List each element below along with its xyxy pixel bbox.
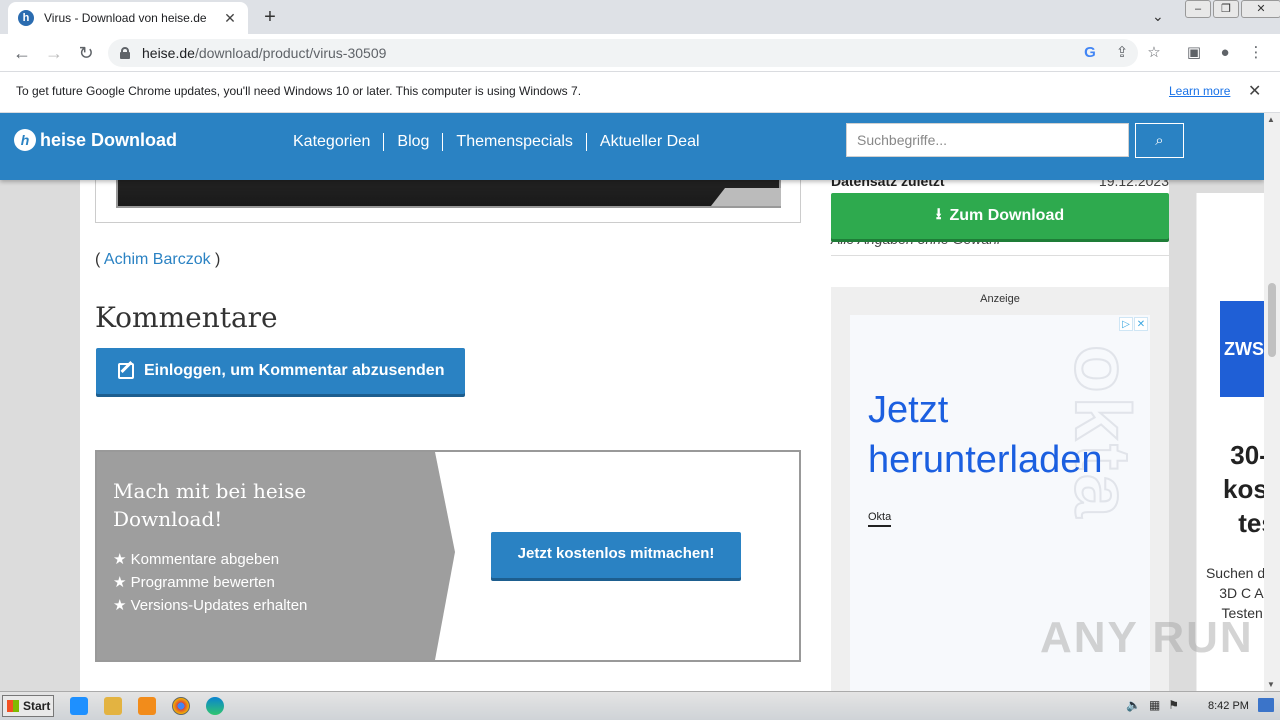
edge-icon[interactable] — [206, 697, 224, 715]
heise-logo[interactable]: h heise Download — [14, 129, 177, 151]
url-host: heise.de — [142, 45, 195, 61]
promo-heading: Mach mit bei heise Download! — [113, 479, 307, 531]
windows-taskbar: Start 🔈 ▦ ⚑ 8:42 PM — [0, 691, 1280, 720]
clock: 8:42 PM — [1208, 700, 1249, 712]
ad-label: Anzeige — [980, 293, 1020, 305]
edit-icon — [118, 363, 134, 379]
browser-tab[interactable]: h Virus - Download von heise.de ✕ — [8, 2, 248, 34]
forward-arrow-icon[interactable]: → — [42, 41, 66, 65]
author-credit: ( Achim Barczok ) — [95, 251, 220, 269]
share-icon[interactable]: ⇪ — [1112, 43, 1132, 63]
update-infobar: To get future Google Chrome updates, you… — [0, 72, 1280, 113]
windows-logo-icon — [7, 700, 19, 712]
screenshot-bezel — [711, 188, 781, 206]
nav-kategorien[interactable]: Kategorien — [280, 133, 385, 151]
ad-headline-line1: Jetzt — [868, 389, 949, 431]
login-to-comment-button[interactable]: Einloggen, um Kommentar abzusenden — [96, 348, 465, 394]
restore-button[interactable]: ❐ — [1213, 0, 1239, 18]
heise-favicon-icon: h — [18, 10, 34, 26]
profile-avatar-icon[interactable]: ● — [1215, 43, 1235, 63]
menu-kebab-icon[interactable]: ⋮ — [1246, 43, 1266, 63]
close-tab-icon[interactable]: ✕ — [222, 10, 238, 27]
search-input[interactable]: Suchbegriffe... — [846, 123, 1129, 157]
address-bar[interactable]: heise.de/download/product/virus-30509 — [108, 39, 1138, 67]
author-close-paren: ) — [210, 251, 221, 268]
ad-choices[interactable]: ▷ ✕ — [1118, 317, 1148, 331]
file-explorer-icon[interactable] — [104, 697, 122, 715]
download-button-label: Zum Download — [949, 207, 1065, 224]
main-content: ( Achim Barczok ) Kommentare Einloggen, … — [80, 113, 1169, 691]
network-icon[interactable]: ▦ — [1149, 698, 1160, 712]
browser-toolbar: ← → ↻ heise.de/download/product/virus-30… — [0, 34, 1280, 72]
search-icon: ⌕ — [1155, 132, 1164, 149]
adchoices-icon[interactable]: ▷ — [1119, 317, 1133, 331]
window-close-button[interactable]: ✕ — [1241, 0, 1280, 18]
url-path: /download/product/virus-30509 — [194, 45, 387, 61]
promo-benefits-list: ★ Kommentare abgeben ★ Programme bewerte… — [113, 548, 307, 617]
back-arrow-icon[interactable]: ← — [10, 41, 34, 65]
author-link[interactable]: Achim Barczok — [104, 251, 211, 268]
search-button[interactable]: ⌕ — [1135, 123, 1184, 158]
author-open-paren: ( — [95, 251, 104, 268]
vertical-scrollbar[interactable]: ▲ ▼ — [1264, 113, 1280, 691]
window-controls: – ❐ ✕ — [1183, 0, 1280, 20]
learn-more-link[interactable]: Learn more — [1169, 84, 1230, 98]
heise-logo-icon: h — [14, 129, 36, 151]
show-desktop-icon[interactable] — [1258, 698, 1274, 712]
scroll-up-icon[interactable]: ▲ — [1267, 115, 1275, 124]
start-label: Start — [23, 699, 51, 713]
signup-cta-button[interactable]: Jetzt kostenlos mitmachen! — [491, 532, 741, 578]
ad-big-text: 30-T koste tes — [1223, 440, 1264, 538]
main-nav: Kategorien Blog Themenspecials Aktueller… — [280, 133, 713, 151]
volume-icon[interactable]: 🔈 — [1126, 698, 1141, 712]
media-player-icon[interactable] — [138, 697, 156, 715]
nav-aktueller-deal[interactable]: Aktueller Deal — [587, 133, 713, 151]
scroll-down-icon[interactable]: ▼ — [1267, 680, 1275, 689]
tab-strip: h Virus - Download von heise.de ✕ + ⌄ – … — [0, 0, 1280, 34]
ad-close-icon[interactable]: ✕ — [1134, 317, 1148, 331]
action-center-flag-icon[interactable]: ⚑ — [1168, 698, 1179, 712]
logo-text: heise Download — [40, 129, 178, 150]
ad-headline-line2: herunterladen — [868, 439, 1103, 481]
tab-title: Virus - Download von heise.de — [44, 11, 207, 25]
google-icon[interactable]: G — [1080, 43, 1100, 63]
minimize-button[interactable]: – — [1185, 0, 1211, 18]
chrome-icon[interactable] — [172, 697, 190, 715]
nav-blog[interactable]: Blog — [384, 133, 444, 151]
tab-search-chevron-icon[interactable]: ⌄ — [1152, 8, 1164, 25]
side-panel-icon[interactable]: ▣ — [1184, 43, 1204, 63]
zum-download-button[interactable]: ⭳ Zum Download — [831, 193, 1169, 239]
promo-benefit: ★ Programme bewerten — [113, 574, 275, 591]
download-icon: ⭳ — [935, 205, 942, 223]
signup-promo: Mach mit bei heise Download! ★ Kommentar… — [95, 450, 801, 662]
new-tab-button[interactable]: + — [258, 5, 282, 29]
internet-explorer-icon[interactable] — [70, 697, 88, 715]
comments-heading: Kommentare — [95, 301, 278, 334]
bookmark-star-icon[interactable]: ☆ — [1144, 43, 1164, 63]
heise-header: h heise Download Kategorien Blog Themens… — [0, 113, 1264, 180]
page-viewport: ( Achim Barczok ) Kommentare Einloggen, … — [0, 113, 1264, 691]
ad-headline: Jetzt herunterladen — [868, 385, 1103, 485]
infobar-message: To get future Google Chrome updates, you… — [16, 84, 582, 98]
start-button[interactable]: Start — [2, 695, 54, 717]
ad-logo: ZWS — [1220, 301, 1264, 397]
reload-icon[interactable]: ↻ — [74, 41, 98, 65]
lock-icon[interactable] — [120, 47, 130, 59]
system-tray: 🔈 ▦ ⚑ — [1126, 698, 1179, 712]
close-infobar-icon[interactable]: ✕ — [1248, 81, 1261, 101]
promo-benefit: ★ Kommentare abgeben — [113, 551, 280, 568]
ad-brand-link[interactable]: Okta — [868, 511, 892, 527]
promo-benefit: ★ Versions-Updates erhalten — [113, 597, 308, 614]
login-button-label: Einloggen, um Kommentar abzusenden — [144, 362, 445, 379]
divider — [831, 255, 1169, 256]
scrollbar-thumb[interactable] — [1268, 283, 1276, 357]
nav-themenspecials[interactable]: Themenspecials — [443, 133, 587, 151]
anyrun-watermark: ANY RUN — [1040, 613, 1254, 662]
